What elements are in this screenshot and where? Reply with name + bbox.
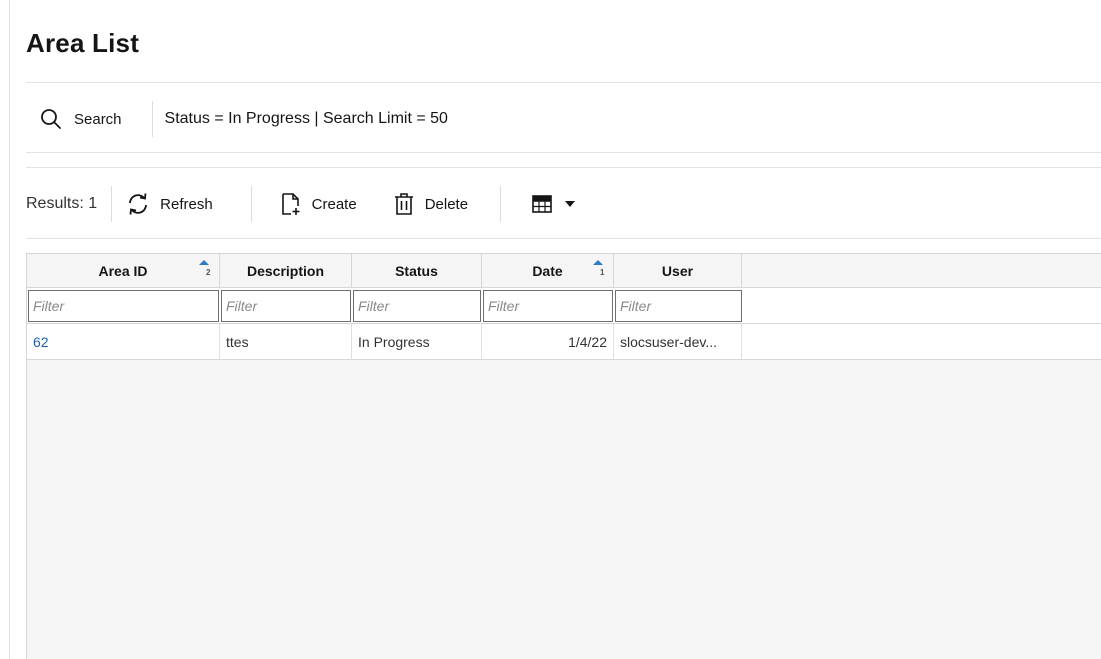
results-count: Results: 1: [26, 195, 98, 212]
sort-ascending-icon: 1: [592, 258, 606, 279]
svg-text:2: 2: [206, 268, 211, 276]
column-header-area-id[interactable]: Area ID 2: [27, 254, 220, 288]
toolbar-divider: [500, 186, 502, 222]
toolbar: Results: 1 Refresh Create Delete: [26, 180, 1101, 228]
chevron-down-icon: [565, 201, 576, 207]
area-id-cell[interactable]: 62: [27, 324, 220, 360]
search-bar: Search Status = In Progress | Search Lim…: [26, 96, 1101, 142]
delete-button[interactable]: Delete: [393, 184, 468, 224]
filter-row: [27, 288, 1101, 324]
search-divider-bottom: [26, 167, 1101, 168]
refresh-button[interactable]: Refresh: [126, 184, 213, 224]
create-label: Create: [311, 195, 357, 213]
column-header-date[interactable]: Date 1: [482, 254, 614, 288]
column-header-user[interactable]: User: [614, 254, 742, 288]
description-cell: ttes: [220, 324, 352, 360]
refresh-label: Refresh: [160, 195, 213, 213]
search-divider: [151, 101, 153, 137]
svg-text:1: 1: [600, 268, 605, 276]
column-header-description[interactable]: Description: [220, 254, 352, 288]
create-icon: [280, 192, 302, 216]
search-criteria[interactable]: Status = In Progress | Search Limit = 50: [165, 110, 448, 128]
toolbar-divider: [111, 186, 113, 222]
toolbar-divider: [250, 186, 252, 222]
delete-label: Delete: [424, 195, 469, 213]
column-header-label: Area ID: [98, 263, 148, 279]
table-view-icon: [531, 194, 553, 214]
column-header-label: User: [661, 263, 694, 279]
description-filter-input[interactable]: [221, 290, 351, 322]
left-edge-rule: [9, 0, 10, 659]
title-divider: [26, 82, 1101, 83]
table-row[interactable]: 62 ttes In Progress 1/4/22 slocsuser-dev…: [27, 324, 1101, 360]
view-menu-button[interactable]: [531, 184, 576, 224]
page-title: Area List: [26, 28, 140, 58]
refresh-icon: [126, 192, 150, 216]
search-button[interactable]: Search: [26, 99, 122, 139]
sort-ascending-icon: 2: [198, 258, 212, 279]
column-header-status[interactable]: Status: [352, 254, 482, 288]
area-id-filter-input[interactable]: [28, 290, 219, 322]
status-cell: In Progress: [352, 324, 482, 360]
column-header-label: Date: [532, 263, 563, 279]
user-cell: slocsuser-dev...: [614, 324, 742, 360]
user-filter-input[interactable]: [615, 290, 742, 322]
search-icon: [40, 108, 62, 130]
column-header-label: Status: [395, 263, 438, 279]
create-button[interactable]: Create: [280, 184, 357, 224]
toolbar-bottom-divider: [26, 238, 1101, 239]
area-table: Area ID 2 Description Status Date 1 User…: [26, 253, 1101, 659]
search-button-label: Search: [74, 110, 122, 128]
trash-icon: [393, 192, 415, 216]
column-header-label: Description: [246, 263, 324, 279]
status-filter-input[interactable]: [353, 290, 481, 322]
date-cell: 1/4/22: [482, 324, 614, 360]
search-divider-top: [26, 152, 1101, 153]
table-header-row: Area ID 2 Description Status Date 1 User: [27, 254, 1101, 288]
date-filter-input[interactable]: [483, 290, 613, 322]
